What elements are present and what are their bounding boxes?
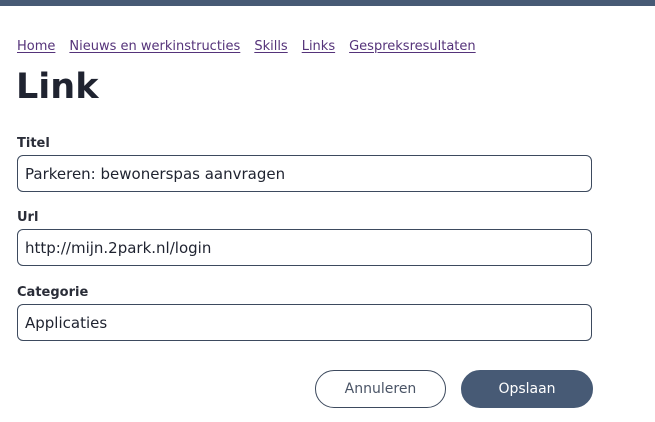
top-bar: [0, 0, 655, 6]
breadcrumb-nieuws-link[interactable]: Nieuws en werkinstructies: [69, 39, 240, 55]
breadcrumb-gespreksresultaten-link[interactable]: Gespreksresultaten: [349, 39, 476, 55]
categorie-label: Categorie: [17, 285, 89, 300]
breadcrumb: Home Nieuws en werkinstructies Skills Li…: [17, 39, 476, 55]
titel-input[interactable]: [17, 155, 592, 192]
url-input[interactable]: [17, 229, 592, 266]
page-title: Link: [16, 67, 99, 107]
categorie-input[interactable]: [17, 304, 592, 341]
titel-label: Titel: [17, 136, 50, 151]
save-button[interactable]: Opslaan: [461, 370, 593, 408]
cancel-button[interactable]: Annuleren: [315, 370, 446, 408]
breadcrumb-home-link[interactable]: Home: [17, 39, 55, 55]
breadcrumb-links-link[interactable]: Links: [302, 39, 335, 55]
breadcrumb-skills-link[interactable]: Skills: [254, 39, 287, 55]
url-label: Url: [17, 210, 39, 225]
